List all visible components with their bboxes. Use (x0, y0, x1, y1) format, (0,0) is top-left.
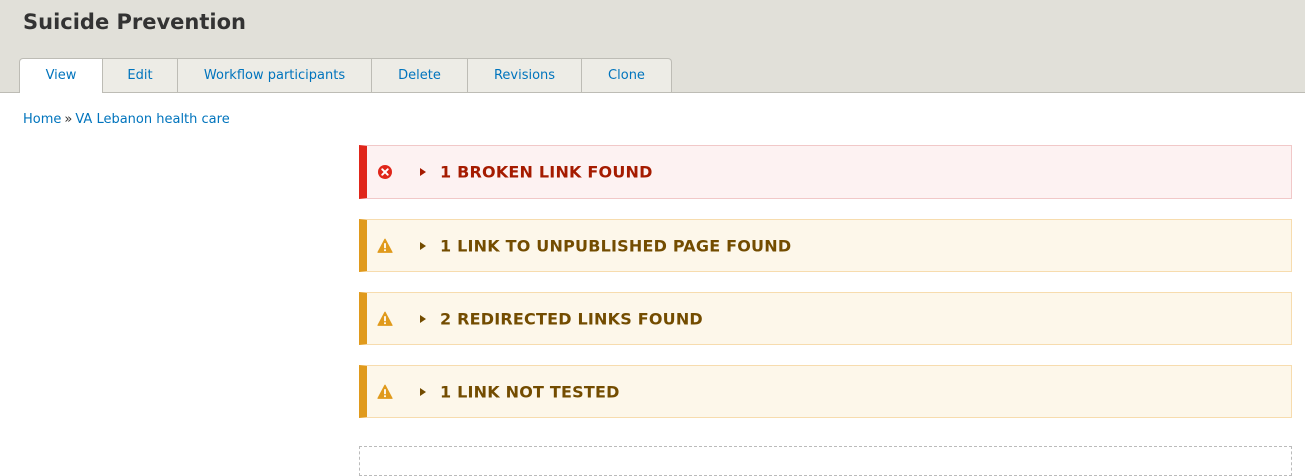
breadcrumb-separator: » (64, 112, 73, 127)
message-text: 1 LINK NOT TESTED (440, 382, 620, 401)
expand-caret-icon[interactable] (420, 241, 426, 250)
broken-links-message[interactable]: 1 BROKEN LINK FOUND (359, 145, 1292, 199)
link-check-messages: 1 BROKEN LINK FOUND 1 LINK TO UNPUBLISHE… (359, 145, 1292, 438)
page-title: Suicide Prevention (23, 10, 246, 34)
warning-triangle-icon (377, 311, 393, 326)
primary-tabs: View Edit Workflow participants Delete R… (19, 58, 672, 93)
warning-triangle-icon (377, 238, 393, 253)
breadcrumb-home-link[interactable]: Home (23, 112, 61, 127)
message-text: 2 REDIRECTED LINKS FOUND (440, 309, 703, 328)
tab-edit[interactable]: Edit (103, 58, 178, 92)
tab-delete[interactable]: Delete (372, 58, 468, 92)
expand-caret-icon[interactable] (420, 387, 426, 396)
page-header: Suicide Prevention View Edit Workflow pa… (0, 0, 1305, 93)
tab-workflow-participants[interactable]: Workflow participants (178, 58, 372, 92)
message-text: 1 BROKEN LINK FOUND (440, 162, 653, 182)
redirected-links-message[interactable]: 2 REDIRECTED LINKS FOUND (359, 292, 1292, 345)
expand-caret-icon[interactable] (420, 168, 426, 176)
warning-triangle-icon (377, 384, 393, 399)
untested-links-message[interactable]: 1 LINK NOT TESTED (359, 365, 1292, 418)
error-circle-icon (378, 165, 392, 179)
tab-revisions[interactable]: Revisions (468, 58, 582, 92)
tab-view[interactable]: View (19, 58, 103, 93)
message-text: 1 LINK TO UNPUBLISHED PAGE FOUND (440, 236, 792, 255)
expand-caret-icon[interactable] (420, 314, 426, 323)
breadcrumb: Home» VA Lebanon health care (23, 111, 230, 128)
tab-clone[interactable]: Clone (582, 58, 672, 92)
unpublished-links-message[interactable]: 1 LINK TO UNPUBLISHED PAGE FOUND (359, 219, 1292, 272)
content-region (359, 446, 1292, 476)
breadcrumb-current-link[interactable]: VA Lebanon health care (75, 112, 229, 127)
